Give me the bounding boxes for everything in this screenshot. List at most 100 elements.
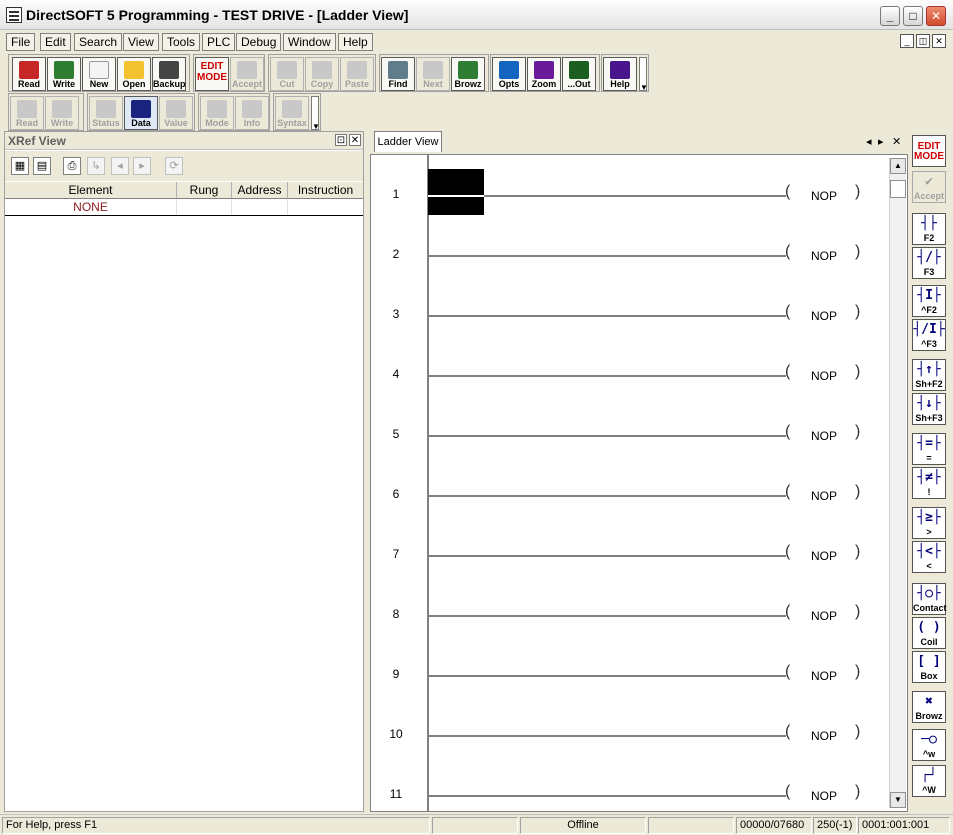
refresh-icon[interactable]: ⟳ xyxy=(165,157,183,175)
rung[interactable]: 4 (NOP) xyxy=(371,335,891,395)
status-button[interactable]: Status xyxy=(89,96,123,130)
coil-instruction[interactable]: NOP xyxy=(796,729,852,743)
palette-normally-open-contact-button[interactable]: ┤├ F2 xyxy=(912,213,946,245)
options-button[interactable]: Opts xyxy=(492,57,526,91)
maximize-button[interactable]: □ xyxy=(903,6,923,26)
menu-window[interactable]: Window xyxy=(283,33,336,51)
palette-equal-compare-button[interactable]: ┤=├ = xyxy=(912,433,946,465)
palette-rising-edge-contact-button[interactable]: ┤↑├ Sh+F2 xyxy=(912,359,946,391)
col-rung[interactable]: Rung xyxy=(177,182,232,199)
menu-tools[interactable]: Tools xyxy=(162,33,201,51)
rung[interactable]: 9 (NOP) xyxy=(371,635,891,695)
copy-button[interactable]: Copy xyxy=(305,57,339,91)
plc-read-button[interactable]: Read xyxy=(10,96,44,130)
menu-search[interactable]: Search xyxy=(74,33,123,51)
col-element[interactable]: Element xyxy=(5,182,177,199)
palette-accept-button[interactable]: ✔ Accept xyxy=(912,171,946,203)
rung[interactable]: 11 (NOP) xyxy=(371,755,891,811)
minimize-button[interactable]: _ xyxy=(880,6,900,26)
rung[interactable]: 2 (NOP) xyxy=(371,215,891,275)
edit-mode-button[interactable]: EDIT MODE xyxy=(195,57,229,91)
palette-falling-edge-contact-button[interactable]: ┤↓├ Sh+F3 xyxy=(912,393,946,425)
palette-less-compare-button[interactable]: ┤<├ < xyxy=(912,541,946,573)
scroll-up-icon[interactable]: ▲ xyxy=(890,158,906,174)
zoom-button[interactable]: Zoom xyxy=(527,57,561,91)
xref-close-icon[interactable]: ✕ xyxy=(349,134,361,146)
scroll-down-icon[interactable]: ▼ xyxy=(890,792,906,808)
rung[interactable]: 8 (NOP) xyxy=(371,575,891,635)
find-button[interactable]: Find xyxy=(381,57,415,91)
next-item-icon[interactable]: ▸ xyxy=(133,157,151,175)
palette-box-button[interactable]: [ ] Box xyxy=(912,651,946,683)
accept-button[interactable]: Accept xyxy=(230,57,264,91)
coil-instruction[interactable]: NOP xyxy=(796,669,852,683)
palette-not-equal-compare-button[interactable]: ┤≠├! xyxy=(912,467,946,499)
palette-normally-closed-contact-button[interactable]: ┤/├ F3 xyxy=(912,247,946,279)
menu-edit[interactable]: Edit xyxy=(40,33,71,51)
coil-instruction[interactable]: NOP xyxy=(796,789,852,803)
menu-plc[interactable]: PLC xyxy=(202,33,236,51)
palette-contact-button[interactable]: ┤○├ Contact xyxy=(912,583,947,615)
tab-close-icon[interactable]: ✕ xyxy=(892,135,901,148)
rung[interactable]: 5 (NOP) xyxy=(371,395,891,455)
rung[interactable]: 3 (NOP) xyxy=(371,275,891,335)
goto-icon[interactable]: ↳ xyxy=(87,157,105,175)
mode-button[interactable]: Mode xyxy=(200,96,234,130)
close-button[interactable]: ✕ xyxy=(926,6,946,26)
palette-wire-button[interactable]: ─○ ^w xyxy=(912,729,946,761)
open-button[interactable]: Open xyxy=(117,57,151,91)
help-button[interactable]: Help xyxy=(603,57,637,91)
coil-instruction[interactable]: NOP xyxy=(796,369,852,383)
pin-icon[interactable]: ⊡ xyxy=(335,134,347,146)
menu-help[interactable]: Help xyxy=(338,33,373,51)
grid-view-icon[interactable]: ▦ xyxy=(11,157,29,175)
cut-button[interactable]: Cut xyxy=(270,57,304,91)
menu-view[interactable]: View xyxy=(123,33,159,51)
read-button[interactable]: Read xyxy=(12,57,46,91)
palette-greater-compare-button[interactable]: ┤≥├ > xyxy=(912,507,946,539)
coil-instruction[interactable]: NOP xyxy=(796,429,852,443)
palette-coil-button[interactable]: ( ) Coil xyxy=(912,617,946,649)
write-button[interactable]: Write xyxy=(47,57,81,91)
menu-file[interactable]: File xyxy=(6,33,36,51)
zoom-out-button[interactable]: ...Out xyxy=(562,57,596,91)
tab-next-icon[interactable]: ▸ xyxy=(878,135,884,148)
ladder-view[interactable]: 1 (NOP) 2 (NOP) 3 (NOP) 4 (NOP) 5 (NOP) 6 (NOP) 7 (NO… xyxy=(370,154,908,812)
tab-prev-icon[interactable]: ◂ xyxy=(866,135,872,148)
mdi-minimize-icon[interactable]: _ xyxy=(900,34,914,48)
mdi-restore-icon[interactable]: ◫ xyxy=(916,34,930,48)
next-button[interactable]: Next xyxy=(416,57,450,91)
info-button[interactable]: Info xyxy=(235,96,269,130)
prev-icon[interactable]: ◂ xyxy=(111,157,129,175)
scroll-thumb[interactable] xyxy=(890,180,906,198)
coil-instruction[interactable]: NOP xyxy=(796,609,852,623)
browse-button[interactable]: Browz xyxy=(451,57,485,91)
new-button[interactable]: New xyxy=(82,57,116,91)
value-button[interactable]: Value xyxy=(159,96,193,130)
coil-instruction[interactable]: NOP xyxy=(796,189,852,203)
col-instruction[interactable]: Instruction xyxy=(288,182,363,199)
menu-debug[interactable]: Debug xyxy=(236,33,282,51)
palette-immediate-open-contact-button[interactable]: ┤I├ ^F2 xyxy=(912,285,946,317)
tab-ladder-view[interactable]: Ladder View xyxy=(374,131,442,152)
table-row[interactable]: NONE xyxy=(5,199,363,216)
palette-browse-button[interactable]: ✖ Browz xyxy=(912,691,946,723)
coil-instruction[interactable]: NOP xyxy=(796,309,852,323)
toolbar-overflow-icon[interactable]: ▼ xyxy=(639,57,648,92)
col-address[interactable]: Address xyxy=(232,182,288,199)
rung[interactable]: 6 (NOP) xyxy=(371,455,891,515)
toolbar2-overflow-icon[interactable]: ▼ xyxy=(311,96,320,131)
ladder-scrollbar[interactable]: ▲ ▼ xyxy=(889,158,906,808)
backup-button[interactable]: Backup xyxy=(152,57,186,91)
rung[interactable]: 10 (NOP) xyxy=(371,695,891,755)
paste-button[interactable]: Paste xyxy=(340,57,374,91)
mdi-close-icon[interactable]: ✕ xyxy=(932,34,946,48)
rung[interactable]: 7 (NOP) xyxy=(371,515,891,575)
coil-instruction[interactable]: NOP xyxy=(796,549,852,563)
data-view-button[interactable]: Data xyxy=(124,96,158,130)
list-view-icon[interactable]: ▤ xyxy=(33,157,51,175)
app-icon[interactable] xyxy=(6,7,22,23)
coil-instruction[interactable]: NOP xyxy=(796,489,852,503)
palette-wire-line-button[interactable]: ┌┘ ^W xyxy=(912,765,946,797)
palette-immediate-closed-contact-button[interactable]: ┤/I├ ^F3 xyxy=(912,319,946,351)
